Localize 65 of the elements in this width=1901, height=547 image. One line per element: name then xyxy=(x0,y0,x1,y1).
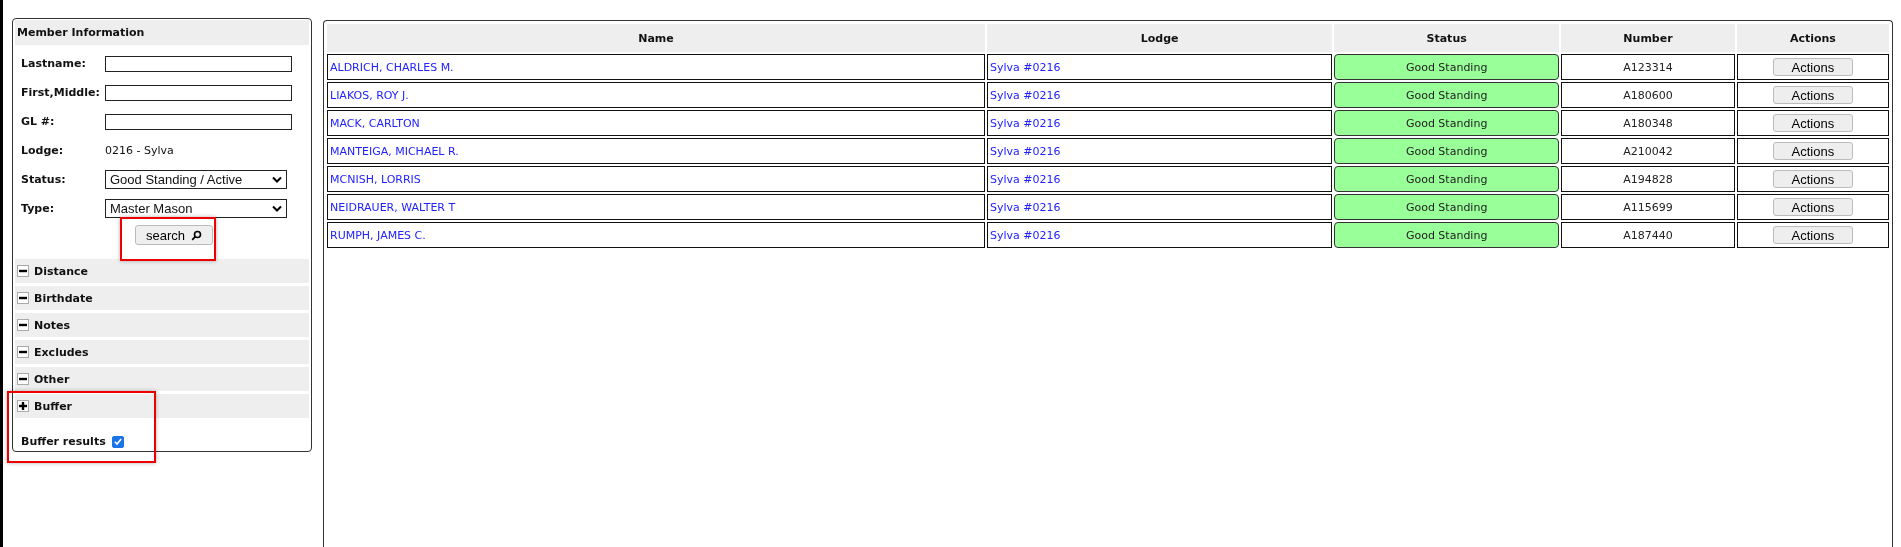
lodge-link[interactable]: Sylva #0216 xyxy=(987,194,1333,220)
name-link[interactable]: ALDRICH, CHARLES M. xyxy=(327,54,986,80)
name-link[interactable]: NEIDRAUER, WALTER T xyxy=(327,194,986,220)
status-cell: Good Standing xyxy=(1334,222,1560,248)
input-field[interactable] xyxy=(105,55,292,72)
checkbox-label: Buffer results xyxy=(21,435,106,448)
checkbox[interactable] xyxy=(111,435,124,448)
field-value: 0216 - Sylva xyxy=(105,144,174,157)
dropdown[interactable]: Good Standing / Active xyxy=(105,170,287,189)
chevron-down-icon xyxy=(272,205,282,212)
actions-button[interactable]: Actions xyxy=(1772,114,1853,132)
status-cell: Good Standing xyxy=(1334,166,1560,192)
actions-button[interactable]: Actions xyxy=(1772,226,1853,244)
number-cell: A115699 xyxy=(1561,194,1735,220)
actions-button[interactable]: Actions xyxy=(1772,142,1853,160)
lodge-link[interactable]: Sylva #0216 xyxy=(987,110,1333,136)
search-button[interactable]: search xyxy=(135,225,214,245)
actions-button[interactable]: Actions xyxy=(1772,86,1853,104)
section-header[interactable]: Notes xyxy=(15,313,309,337)
field-label: Status: xyxy=(21,173,67,186)
panel-title: Member Information xyxy=(15,20,309,45)
status-cell: Good Standing xyxy=(1334,54,1560,80)
status-cell: Good Standing xyxy=(1334,82,1560,108)
status-cell: Good Standing xyxy=(1334,138,1560,164)
section-header[interactable]: Birthdate xyxy=(15,286,309,310)
lodge-link[interactable]: Sylva #0216 xyxy=(987,166,1333,192)
actions-button[interactable]: Actions xyxy=(1772,198,1853,216)
number-cell: A180600 xyxy=(1561,82,1735,108)
name-link[interactable]: LIAKOS, ROY J. xyxy=(327,82,986,108)
number-cell: A187440 xyxy=(1561,222,1735,248)
search-icon xyxy=(191,229,203,241)
column-header: Lodge xyxy=(987,24,1333,52)
column-header: Status xyxy=(1334,24,1560,52)
input-field[interactable] xyxy=(105,113,292,130)
column-header: Name xyxy=(327,24,986,52)
actions-button[interactable]: Actions xyxy=(1772,58,1853,76)
status-cell: Good Standing xyxy=(1334,194,1560,220)
column-header: Number xyxy=(1561,24,1735,52)
name-link[interactable]: MANTEIGA, MICHAEL R. xyxy=(327,138,986,164)
status-cell: Good Standing xyxy=(1334,110,1560,136)
name-link[interactable]: MCNISH, LORRIS xyxy=(327,166,986,192)
section-header[interactable]: Excludes xyxy=(15,340,309,364)
lodge-link[interactable]: Sylva #0216 xyxy=(987,222,1333,248)
input-field[interactable] xyxy=(105,84,292,101)
field-label: GL #: xyxy=(21,115,56,128)
name-link[interactable]: MACK, CARLTON xyxy=(327,110,986,136)
lodge-link[interactable]: Sylva #0216 xyxy=(987,82,1333,108)
actions-button[interactable]: Actions xyxy=(1772,170,1853,188)
name-link[interactable]: RUMPH, JAMES C. xyxy=(327,222,986,248)
chevron-down-icon xyxy=(272,176,282,183)
lodge-link[interactable]: Sylva #0216 xyxy=(987,138,1333,164)
field-label: First,Middle: xyxy=(21,86,101,99)
field-label: Type: xyxy=(21,202,56,215)
number-cell: A123314 xyxy=(1561,54,1735,80)
dropdown[interactable]: Master Mason xyxy=(105,199,287,218)
field-label: Lastname: xyxy=(21,57,87,70)
section-header[interactable]: Distance xyxy=(15,259,309,283)
field-label: Lodge: xyxy=(21,144,65,157)
section-header[interactable]: Other xyxy=(15,367,309,391)
number-cell: A210042 xyxy=(1561,138,1735,164)
number-cell: A180348 xyxy=(1561,110,1735,136)
column-header: Actions xyxy=(1736,24,1889,52)
section-header[interactable]: Buffer xyxy=(15,394,309,418)
lodge-link[interactable]: Sylva #0216 xyxy=(987,54,1333,80)
number-cell: A194828 xyxy=(1561,166,1735,192)
